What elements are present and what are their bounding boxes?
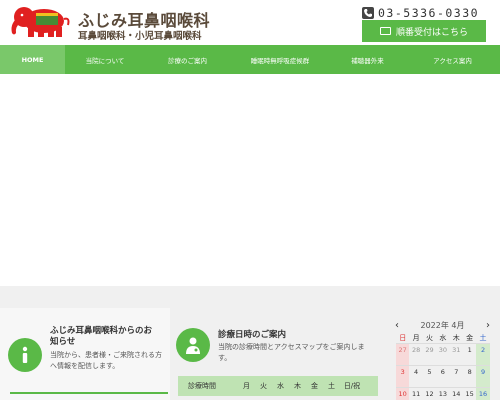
calendar-day[interactable]: 31	[449, 344, 463, 366]
hours-day: 火	[260, 382, 267, 390]
calendar-day[interactable]: 27	[396, 344, 410, 366]
weekday-wed: 水	[436, 332, 450, 344]
nav-about[interactable]: 当院について	[65, 45, 145, 74]
clinic-hours-text: 当院の診療時間とアクセスマップをご案内します。	[218, 343, 365, 362]
calendar-day[interactable]: 11	[409, 388, 422, 400]
info-icon	[8, 338, 42, 372]
nav-access[interactable]: アクセス案内	[405, 45, 500, 74]
nav-hearing-aid[interactable]: 補聴器外来	[330, 45, 405, 74]
news-divider	[10, 392, 168, 394]
nav-sleep-apnea[interactable]: 睡眠時無呼吸症候群	[230, 45, 330, 74]
hours-day-holiday: 日/祝	[343, 382, 361, 390]
site-subtitle: 耳鼻咽喉科・小児耳鼻咽喉科	[78, 31, 202, 42]
calendar-weekdays: 日 月 火 水 木 金 土	[396, 332, 490, 344]
calendar-week: 3 4 5 6 7 8 9	[396, 366, 490, 388]
hours-day: 水	[277, 382, 284, 390]
weekday-mon: 月	[409, 332, 423, 344]
calendar-day[interactable]: 2	[476, 344, 490, 366]
reserve-button-label: 順番受付はこちら	[395, 27, 468, 38]
doctor-icon	[176, 328, 210, 362]
monitor-icon	[379, 27, 391, 35]
news-title[interactable]: ふじみ耳鼻咽喉科からのお知らせ	[50, 326, 160, 348]
calendar-day[interactable]: 7	[449, 366, 463, 388]
phone-number[interactable]: 03-5336-0330	[362, 5, 479, 20]
hours-day: 金	[311, 382, 318, 390]
weekday-thu: 木	[449, 332, 463, 344]
calendar-day[interactable]: 29	[422, 344, 437, 366]
site-header: ふじみ耳鼻咽喉科 耳鼻咽喉科・小児耳鼻咽喉科 03-5336-0330 順番受付…	[0, 0, 500, 45]
calendar-day[interactable]: 16	[476, 388, 490, 400]
hours-table-header: 診療時間 月 火 水 木 金 土 日/祝	[178, 376, 378, 396]
main-nav: HOME 当院について 診療のご案内 睡眠時無呼吸症候群 補聴器外来 アクセス案…	[0, 45, 500, 74]
nav-home[interactable]: HOME	[0, 45, 65, 74]
calendar-header: ‹ 2022年 4月 ›	[395, 318, 490, 332]
calendar-day[interactable]: 13	[436, 388, 449, 400]
hours-day: 土	[328, 382, 335, 390]
hours-day: 月	[243, 382, 250, 390]
reserve-button[interactable]: 順番受付はこちら	[362, 20, 486, 42]
calendar-week: 27 28 29 30 31 1 2	[396, 344, 490, 366]
weekday-sun: 日	[396, 332, 410, 344]
calendar-day[interactable]: 28	[409, 344, 423, 366]
calendar-day[interactable]: 12	[423, 388, 436, 400]
calendar-day[interactable]: 3	[396, 366, 410, 388]
nav-services[interactable]: 診療のご案内	[145, 45, 230, 74]
phone-number-text: 03-5336-0330	[378, 5, 480, 20]
calendar-day[interactable]: 6	[436, 366, 450, 388]
calendar-week: 10 11 12 13 14 15 16	[396, 388, 490, 400]
weekday-fri: 金	[462, 332, 477, 344]
calendar-day[interactable]: 5	[422, 366, 437, 388]
weekday-tue: 火	[422, 332, 437, 344]
calendar-day[interactable]: 8	[462, 366, 477, 388]
hero-area	[0, 74, 500, 286]
calendar-day[interactable]: 9	[476, 366, 490, 388]
calendar-day[interactable]: 1	[462, 344, 477, 366]
calendar: 日 月 火 水 木 金 土 27 28 29 30 31 1 2 3 4 5 6…	[396, 332, 490, 400]
calendar-day[interactable]: 10	[396, 388, 410, 400]
weekday-sat: 土	[476, 332, 490, 344]
elephant-logo[interactable]	[8, 5, 72, 39]
calendar-day[interactable]: 30	[436, 344, 450, 366]
calendar-prev-icon[interactable]: ‹	[395, 320, 399, 331]
calendar-month: 2022年 4月	[420, 320, 465, 330]
news-text: 当院から、患者様・ご来院される方へ情報を配信します。	[50, 351, 162, 370]
calendar-day[interactable]: 14	[450, 388, 463, 400]
clinic-hours-title[interactable]: 診療日時のご案内	[218, 328, 286, 340]
calendar-day[interactable]: 4	[409, 366, 423, 388]
hours-day: 木	[294, 382, 301, 390]
calendar-day[interactable]: 15	[463, 388, 476, 400]
hours-label: 診療時間	[188, 382, 216, 390]
phone-icon	[362, 6, 374, 19]
calendar-next-icon[interactable]: ›	[486, 320, 490, 331]
